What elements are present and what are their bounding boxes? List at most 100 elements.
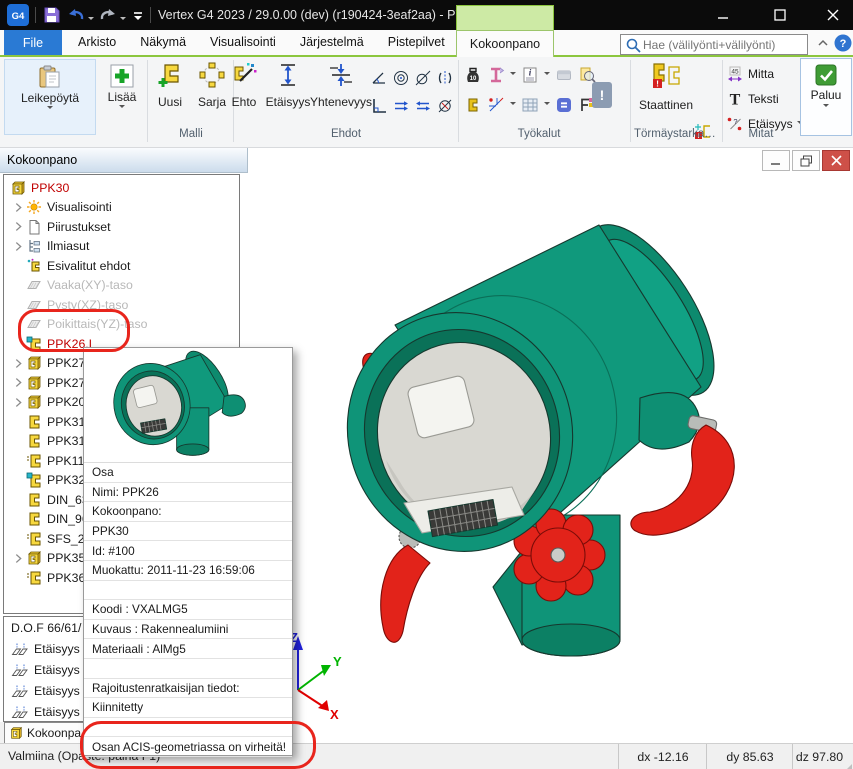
distance-constraint-icon — [11, 704, 29, 720]
doc-restore-button[interactable] — [792, 150, 820, 171]
chevron-expand-icon[interactable] — [10, 377, 26, 388]
help-icon[interactable]: ? — [834, 34, 852, 52]
tree-item-visualisointi[interactable]: Visualisointi — [4, 198, 239, 218]
minimize-button[interactable] — [700, 0, 746, 30]
tree-item-pysty-xz-taso[interactable]: Pysty(XZ)-taso — [4, 295, 239, 315]
tab-pistepilvet[interactable]: Pistepilvet — [376, 30, 457, 55]
tab-j-rjestelm[interactable]: Järjestelmä — [288, 30, 376, 55]
parallel-icon[interactable] — [392, 97, 410, 115]
anti-tangent-icon[interactable] — [436, 97, 454, 115]
tree-item-ilmiasut[interactable]: Ilmiasut — [4, 237, 239, 257]
tab-n-kym[interactable]: Näkymä — [128, 30, 198, 55]
table-dropdown-icon[interactable] — [544, 102, 550, 108]
collapse-ribbon-icon[interactable] — [816, 36, 830, 50]
clipboard-button[interactable]: Leikepöytä — [4, 59, 96, 135]
static-collision-button[interactable]: ! Staattinen — [638, 61, 694, 112]
chevron-expand-icon[interactable] — [10, 241, 26, 252]
search-box[interactable] — [620, 34, 808, 55]
window-title: Vertex G4 2023 / 29.0.00 (dev) (r190424-… — [158, 0, 487, 30]
concentric-icon[interactable] — [392, 69, 410, 87]
ribbon-button-et-isyys[interactable]: Etäisyys — [262, 62, 314, 109]
coincidence-icon — [328, 62, 354, 88]
resize-grip[interactable] — [845, 760, 853, 769]
tab-arkisto[interactable]: Arkisto — [66, 30, 128, 55]
search-input[interactable] — [641, 37, 803, 53]
assembly-icon — [10, 180, 26, 196]
profile-icon[interactable] — [487, 66, 505, 84]
save-icon[interactable] — [42, 4, 62, 26]
viewport-3d[interactable]: Z Y X — [248, 173, 853, 743]
ribbon-tab-bar: File ArkistoNäkymäVisualisointiJärjestel… — [0, 30, 853, 55]
bracket-icon[interactable] — [464, 96, 482, 114]
symmetry-icon[interactable] — [436, 69, 454, 87]
part-locked-icon — [26, 472, 42, 488]
tab-visualisointi[interactable]: Visualisointi — [198, 30, 288, 55]
tab-kokoonpano[interactable]: Kokoonpano — [456, 30, 554, 57]
equal-distance-icon[interactable] — [414, 97, 432, 115]
ribbon-button-yhtenevyys[interactable]: Yhtenevyys — [310, 62, 372, 109]
tooltip-row: Kuvaus : Rakennealumiini — [84, 620, 292, 640]
assembly-icon — [26, 394, 42, 410]
title-bar: G4 Vertex G4 2023 / 29.0.00 (dev) (r1904… — [0, 0, 853, 30]
distance-constraint-icon — [11, 662, 29, 678]
tree-item-piirustukset[interactable]: Piirustukset — [4, 217, 239, 237]
collapse-icon[interactable] — [555, 66, 573, 84]
tangent-icon[interactable] — [414, 69, 432, 87]
undo-icon[interactable] — [66, 4, 86, 26]
part-locked-icon — [26, 336, 42, 352]
tooltip-row: Kokoonpano: — [84, 502, 292, 522]
info-icon[interactable]: i — [521, 66, 539, 84]
tree-item-ppk30[interactable]: PPK30 — [4, 178, 239, 198]
redo-dropdown-icon[interactable] — [120, 9, 126, 31]
angle-icon[interactable] — [370, 69, 388, 87]
profile-dropdown-icon[interactable] — [510, 72, 516, 78]
titlebar-separator — [35, 7, 36, 23]
application-window: G4 Vertex G4 2023 / 29.0.00 (dev) (r1904… — [0, 0, 853, 769]
tooltip-row: Materiaali : AlMg5 — [84, 639, 292, 659]
svg-text:?: ? — [840, 38, 847, 50]
dimension-dropdown-icon[interactable] — [510, 102, 516, 108]
doc-close-button[interactable] — [822, 150, 850, 171]
ribbon-button-ehto[interactable]: Ehto — [222, 62, 266, 109]
undo-dropdown-icon[interactable] — [88, 9, 94, 31]
return-button[interactable]: Paluu — [800, 58, 852, 136]
customize-toolbar-icon[interactable] — [131, 4, 145, 26]
tooltip-row: Koodi : VXALMG5 — [84, 600, 292, 620]
tree-item-vaaka-xy-taso[interactable]: Vaaka(XY)-taso — [4, 276, 239, 296]
maximize-button[interactable] — [757, 0, 803, 30]
weight-icon[interactable]: 10 — [464, 66, 482, 84]
part2-icon — [26, 531, 42, 547]
svg-text:T: T — [730, 92, 741, 109]
redo-icon[interactable] — [98, 4, 118, 26]
model-3d-valve[interactable] — [300, 215, 810, 688]
doc-minimize-button[interactable] — [762, 150, 790, 171]
assembly-icon — [9, 726, 23, 740]
ribbon-button-uusi[interactable]: Uusi — [150, 62, 190, 109]
chevron-expand-icon[interactable] — [10, 221, 26, 232]
table-icon[interactable] — [521, 96, 539, 114]
part-icon — [26, 511, 42, 527]
tab-file[interactable]: File — [4, 30, 62, 55]
perpendicular-icon[interactable] — [370, 97, 388, 115]
tree-item-poikittais-yz-taso[interactable]: Poikittais(YZ)-taso — [4, 315, 239, 335]
checkmark-icon — [815, 64, 837, 86]
condition-icon-grid — [368, 64, 456, 120]
info-dropdown-icon[interactable] — [544, 72, 550, 78]
dimension-icon[interactable] — [487, 96, 505, 114]
equals-icon[interactable] — [555, 96, 573, 114]
chevron-expand-icon[interactable] — [10, 397, 26, 408]
group-label-tyokalut: Työkalut — [460, 128, 618, 140]
ribbon-button-mitta[interactable]: 45 Mitta — [726, 63, 774, 85]
drawing-icon — [26, 219, 42, 235]
chevron-expand-icon[interactable] — [10, 202, 26, 213]
text-icon: T — [726, 90, 744, 108]
close-button[interactable] — [810, 0, 853, 30]
ribbon-button-teksti[interactable]: T Teksti — [726, 88, 779, 110]
tree-item-esivalitut-ehdot[interactable]: Esivalitut ehdot — [4, 256, 239, 276]
panel-caption: Kokoonpano — [0, 148, 248, 173]
add-button[interactable]: Lisää — [100, 59, 144, 139]
svg-text:?: ? — [733, 117, 737, 126]
alert-icon[interactable]: ! — [592, 82, 612, 108]
chevron-expand-icon[interactable] — [10, 553, 26, 564]
chevron-expand-icon[interactable] — [10, 358, 26, 369]
